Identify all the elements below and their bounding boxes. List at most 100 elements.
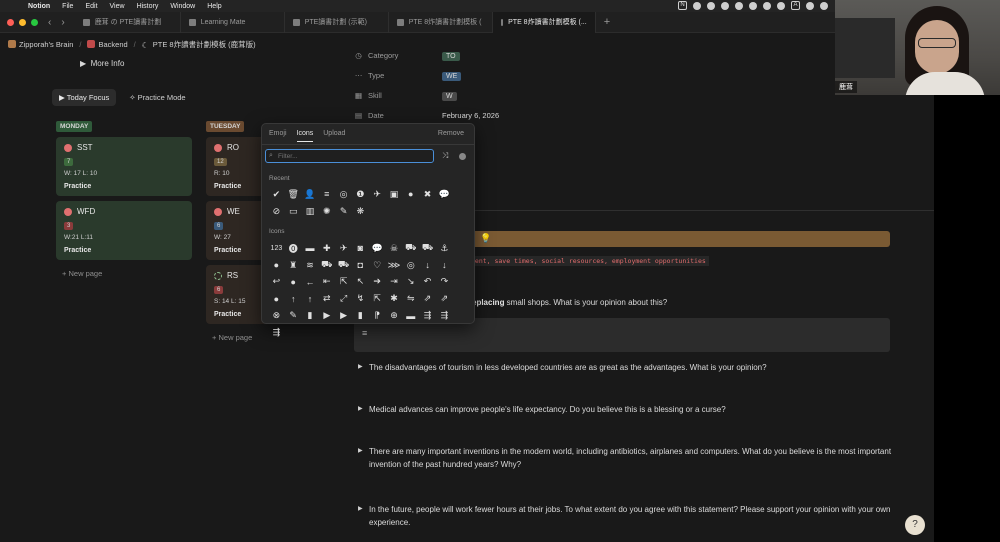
picker-icon-option[interactable]: ≋ (302, 257, 319, 274)
new-tab-button[interactable]: + (596, 12, 618, 33)
picker-icon-option[interactable]: ♜ (285, 257, 302, 274)
picker-icon-option[interactable]: ✔ (268, 186, 285, 203)
picker-icon-option[interactable]: ↖ (352, 274, 369, 291)
picker-icon-option[interactable]: ⛟ (335, 257, 352, 274)
picker-icon-option[interactable]: ➔ (369, 274, 386, 291)
picker-icon-option[interactable]: ↘ (402, 274, 419, 291)
picker-icon-option[interactable]: ◎ (402, 257, 419, 274)
picker-icon-option[interactable]: ⛟ (402, 240, 419, 257)
picker-tab-emoji[interactable]: Emoji (269, 130, 287, 142)
picker-icon-option[interactable]: ☠ (386, 240, 403, 257)
picker-icon-option[interactable]: ⇱ (335, 274, 352, 291)
picker-icon-option[interactable]: ⇱ (369, 290, 386, 307)
breadcrumb-page[interactable]: ☾ PTE 8炸讀書計劃模板 (鹿茸版) (142, 39, 256, 50)
picker-icon-option[interactable]: ✱ (386, 290, 403, 307)
picker-icon-option[interactable]: ◘ (352, 257, 369, 274)
shuffle-icon[interactable]: ⤨ (442, 151, 448, 161)
picker-icon-option[interactable]: ↓ (419, 257, 436, 274)
menu-item-file[interactable]: File (62, 3, 73, 10)
toggle-block[interactable]: ▶ Medical advances can improve people's l… (358, 403, 898, 416)
more-info-toggle[interactable]: ▶ More Info (80, 59, 124, 68)
picker-icon-option[interactable]: 123 (268, 240, 285, 257)
picker-tab-upload[interactable]: Upload (323, 130, 345, 142)
toggle-block[interactable]: ▶ There are many important inventions in … (358, 445, 898, 471)
picker-icon-option[interactable]: ↑ (302, 290, 319, 307)
picker-icon-option[interactable]: ⁋ (369, 307, 386, 324)
picker-icon-option[interactable]: 👤 (302, 186, 319, 203)
picker-icon-option[interactable]: ⇗ (436, 290, 453, 307)
property-row[interactable]: ▤ Date February 6, 2026 (354, 111, 499, 120)
picker-icon-option[interactable]: ▬ (302, 240, 319, 257)
picker-icon-option[interactable]: ⊗ (268, 307, 285, 324)
menu-item-edit[interactable]: Edit (85, 3, 97, 10)
picker-icon-option[interactable]: ⛟ (318, 257, 335, 274)
menu-item-window[interactable]: Window (170, 3, 195, 10)
picker-icon-option[interactable]: 💬 (436, 186, 453, 203)
picker-icon-option[interactable]: ⇶ (268, 324, 285, 341)
picker-icon-option[interactable]: ⋙ (386, 257, 403, 274)
picker-icon-option[interactable]: ◎ (335, 186, 352, 203)
breadcrumb-backend[interactable]: Backend (87, 39, 128, 49)
zoom-window-button[interactable] (31, 18, 38, 26)
picker-icon-option[interactable]: ● (402, 186, 419, 203)
property-chip[interactable]: WE (442, 72, 462, 81)
picker-icon-option[interactable]: ◙ (352, 240, 369, 257)
property-row[interactable]: ◷ Category TO (354, 51, 460, 61)
toggle-block[interactable]: ▶ In the future, people will work fewer h… (358, 503, 898, 529)
picker-icon-option[interactable]: ⇋ (402, 290, 419, 307)
new-page-button[interactable]: + New page (56, 265, 192, 282)
picker-icon-option[interactable]: ⇥ (386, 274, 403, 291)
volume-icon[interactable] (777, 1, 785, 10)
battery-icon[interactable] (749, 1, 757, 10)
picker-icon-option[interactable]: ⛟ (419, 240, 436, 257)
remove-icon-button[interactable]: Remove (438, 130, 464, 137)
picker-icon-option[interactable]: ▶ (335, 307, 352, 324)
breadcrumb-workspace[interactable]: Zipporah's Brain (8, 39, 73, 49)
picker-icon-option[interactable]: ↑ (285, 290, 302, 307)
picker-icon-option[interactable]: ⇶ (436, 307, 453, 324)
menu-item-help[interactable]: Help (207, 3, 221, 10)
wifi-icon[interactable] (806, 1, 814, 10)
search-icon[interactable] (820, 1, 828, 10)
picker-icon-option[interactable]: ⇄ (318, 290, 335, 307)
property-chip[interactable]: W (442, 92, 457, 101)
picker-icon-option[interactable]: ↩ (268, 274, 285, 291)
picker-icon-option[interactable]: ❶ (352, 186, 369, 203)
property-chip[interactable]: TO (442, 52, 460, 61)
picker-icon-option[interactable]: ⇗ (419, 290, 436, 307)
picker-icon-option[interactable]: ▭ (285, 203, 302, 220)
picker-icon-option[interactable]: ● (285, 274, 302, 291)
picker-icon-option[interactable]: ✖ (419, 186, 436, 203)
browser-tab[interactable]: PTE讀書計劃 (示範) (285, 11, 389, 33)
toggle-triangle-icon[interactable]: ▶ (358, 503, 363, 516)
column-header[interactable]: MONDAY (56, 121, 93, 132)
picker-icon-option[interactable]: 🗑 (285, 186, 302, 203)
picker-icon-option[interactable]: ↷ (436, 274, 453, 291)
property-row[interactable]: ⋯ Type WE (354, 71, 462, 81)
picker-icon-option[interactable]: ● (268, 290, 285, 307)
picker-icon-option[interactable]: ✈ (335, 240, 352, 257)
browser-tab[interactable]: PTE 8炸讀書計劃模板 ( (389, 11, 493, 33)
view-tab-practice-mode[interactable]: ✧ Practice Mode (122, 89, 192, 106)
browser-tab[interactable]: Learning Mate (181, 11, 285, 33)
picker-icon-option[interactable]: ⊘ (268, 203, 285, 220)
picker-icon-option[interactable]: ❋ (352, 203, 369, 220)
browser-tab[interactable]: PTE 8炸讀書計劃模板 (... (492, 11, 596, 33)
picker-icon-option[interactable]: ✈ (369, 186, 386, 203)
view-tab-today-focus[interactable]: ▶ Today Focus (52, 89, 117, 106)
picker-icon-option[interactable]: ▶ (318, 307, 335, 324)
play-icon[interactable] (707, 1, 715, 10)
picker-icon-option[interactable]: ↓ (436, 257, 453, 274)
menu-item-view[interactable]: View (110, 3, 125, 10)
picker-icon-option[interactable]: ⊕ (386, 307, 403, 324)
picker-icon-option[interactable]: 💬 (369, 240, 386, 257)
record-icon[interactable] (693, 1, 701, 10)
notion-tray-icon[interactable]: N (678, 1, 687, 10)
screen-icon[interactable] (721, 1, 729, 10)
picker-icon-option[interactable]: ▣ (386, 186, 403, 203)
picker-icon-option[interactable]: ▮ (302, 307, 319, 324)
picker-icon-option[interactable]: ⤢ (335, 290, 352, 307)
help-button[interactable]: ? (905, 515, 925, 535)
picker-icon-option[interactable]: ↶ (419, 274, 436, 291)
forward-arrow-icon[interactable]: › (61, 17, 64, 28)
